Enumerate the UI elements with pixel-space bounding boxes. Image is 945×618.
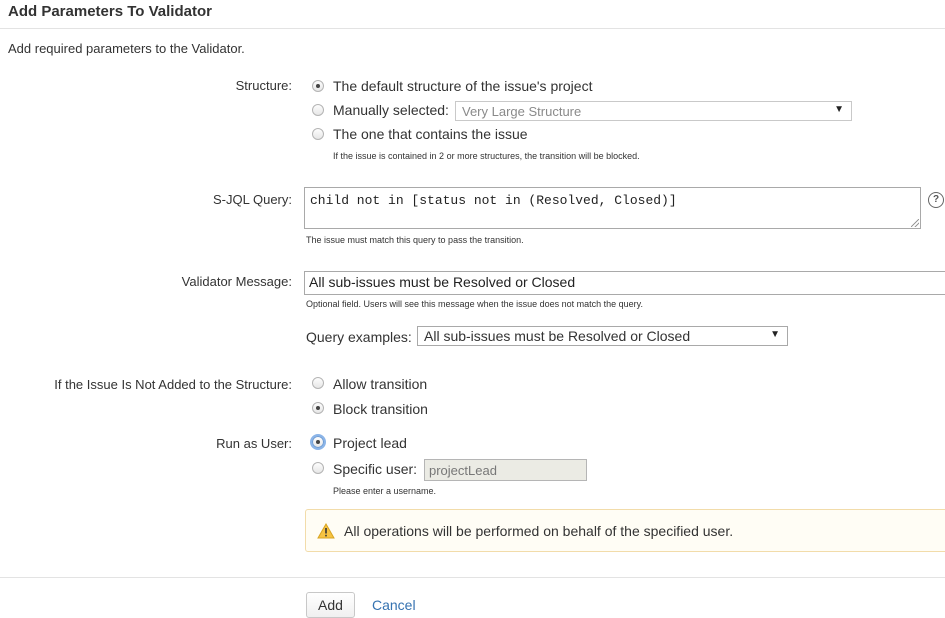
not-added-label: If the Issue Is Not Added to the Structu… xyxy=(54,377,292,392)
sjql-query-value: child not in [status not in (Resolved, C… xyxy=(310,193,677,208)
specific-user-input[interactable]: projectLead xyxy=(424,459,587,481)
structure-hint: If the issue is contained in 2 or more s… xyxy=(333,151,640,161)
warning-triangle-icon xyxy=(317,523,335,539)
structure-select-value: Very Large Structure xyxy=(462,104,582,119)
structure-label: Structure: xyxy=(235,78,292,93)
block-transition-radio[interactable] xyxy=(312,402,324,414)
validator-message-value: All sub-issues must be Resolved or Close… xyxy=(309,274,576,290)
chevron-down-icon: ▼ xyxy=(834,104,844,115)
title-divider xyxy=(0,28,945,29)
specific-user-option-label: Specific user: xyxy=(333,461,418,477)
structure-contains-radio[interactable] xyxy=(312,128,324,140)
validator-message-hint: Optional field. Users will see this mess… xyxy=(306,299,644,309)
warning-message-box: All operations will be performed on beha… xyxy=(305,509,945,552)
block-transition-option-label: Block transition xyxy=(333,401,428,417)
structure-default-radio[interactable] xyxy=(312,80,324,92)
warning-text: All operations will be performed on beha… xyxy=(344,523,734,539)
validator-message-input[interactable]: All sub-issues must be Resolved or Close… xyxy=(304,271,945,295)
allow-transition-option-label: Allow transition xyxy=(333,376,428,392)
sjql-hint: The issue must match this query to pass … xyxy=(306,235,524,245)
add-button[interactable]: Add xyxy=(306,592,355,618)
sjql-query-textarea[interactable]: child not in [status not in (Resolved, C… xyxy=(304,187,921,229)
query-examples-label: Query examples: xyxy=(306,329,412,345)
resize-handle-icon[interactable] xyxy=(911,219,919,227)
cancel-link[interactable]: Cancel xyxy=(372,597,416,613)
query-examples-value: All sub-issues must be Resolved or Close… xyxy=(424,328,691,344)
project-lead-option-label: Project lead xyxy=(333,435,407,451)
structure-select[interactable]: Very Large Structure ▼ xyxy=(455,101,852,121)
validator-message-label: Validator Message: xyxy=(181,274,292,289)
query-examples-select[interactable]: All sub-issues must be Resolved or Close… xyxy=(417,326,788,346)
chevron-down-icon: ▼ xyxy=(770,329,780,340)
page-description: Add required parameters to the Validator… xyxy=(8,41,245,56)
run-as-user-label: Run as User: xyxy=(216,436,292,451)
footer-divider xyxy=(0,577,945,578)
structure-manual-option-label: Manually selected: xyxy=(333,102,449,118)
page-title: Add Parameters To Validator xyxy=(8,3,212,20)
help-icon[interactable]: ? xyxy=(928,192,944,208)
structure-manual-radio[interactable] xyxy=(312,104,324,116)
sjql-label: S-JQL Query: xyxy=(213,192,292,207)
structure-default-option-label: The default structure of the issue's pro… xyxy=(333,78,593,94)
allow-transition-radio[interactable] xyxy=(312,377,324,389)
structure-contains-option-label: The one that contains the issue xyxy=(333,126,528,142)
specific-user-radio[interactable] xyxy=(312,462,324,474)
specific-user-value: projectLead xyxy=(429,463,497,478)
project-lead-radio[interactable] xyxy=(312,436,324,448)
username-hint: Please enter a username. xyxy=(333,486,437,496)
